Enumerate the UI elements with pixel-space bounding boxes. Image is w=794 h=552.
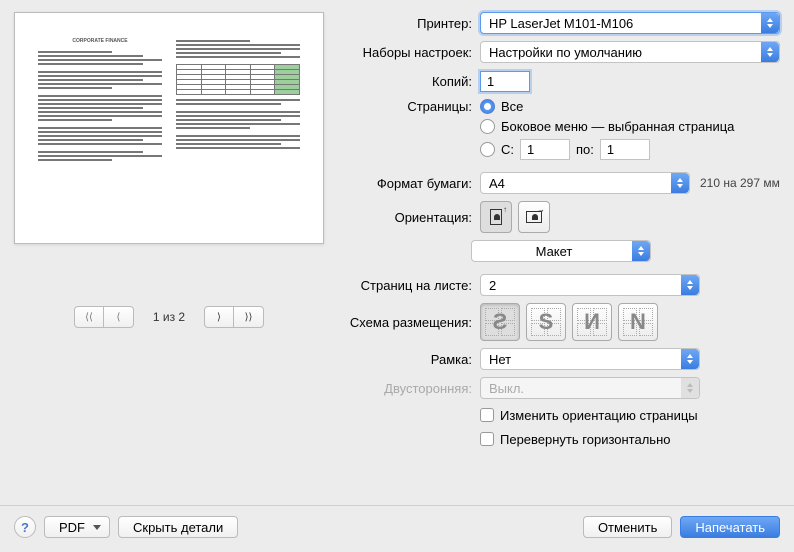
page-counter: 1 из 2	[144, 310, 194, 324]
orientation-label: Ориентация:	[342, 210, 480, 225]
print-button[interactable]: Напечатать	[680, 516, 780, 538]
layout-z-icon: Ƨ	[487, 310, 513, 334]
orientation-landscape-button[interactable]: →	[518, 201, 550, 233]
copies-label: Копий:	[342, 74, 480, 89]
pages-from-input[interactable]	[520, 139, 570, 160]
printer-label: Принтер:	[342, 16, 480, 31]
chevron-updown-icon	[681, 275, 699, 295]
pages-per-sheet-select[interactable]: 2	[480, 274, 700, 296]
pages-all-radio[interactable]	[480, 99, 495, 114]
print-preview: CORPORATE FINANCE	[14, 12, 324, 244]
border-label: Рамка:	[342, 352, 480, 367]
preview-page: CORPORATE FINANCE	[24, 28, 314, 228]
pages-to-label: по:	[576, 142, 594, 157]
help-button[interactable]: ?	[14, 516, 36, 538]
flip-horizontal-checkbox[interactable]	[480, 432, 494, 446]
first-page-button[interactable]: ⟨⟨	[74, 306, 104, 328]
last-page-button[interactable]: ⟩⟩	[234, 306, 264, 328]
hide-details-button[interactable]: Скрыть детали	[118, 516, 238, 538]
pages-per-sheet-value: 2	[489, 278, 496, 293]
pages-side-label: Боковое меню — выбранная страница	[501, 119, 734, 134]
print-label: Напечатать	[695, 520, 765, 535]
layout-s-icon: S	[533, 310, 559, 334]
cancel-button[interactable]: Отменить	[583, 516, 672, 538]
layout-dir-3-button[interactable]: И	[572, 303, 612, 341]
paper-size-value: A4	[489, 176, 505, 191]
pages-label: Страницы:	[342, 99, 480, 114]
pages-per-sheet-label: Страниц на листе:	[342, 278, 480, 293]
portrait-icon	[490, 209, 502, 225]
layout-dir-4-button[interactable]: N	[618, 303, 658, 341]
hide-details-label: Скрыть детали	[133, 520, 223, 535]
pdf-menu-button[interactable]: PDF	[44, 516, 110, 538]
change-orientation-label: Изменить ориентацию страницы	[500, 408, 698, 423]
border-select[interactable]: Нет	[480, 348, 700, 370]
pages-range-radio[interactable]	[480, 142, 495, 157]
paper-size-hint: 210 на 297 мм	[700, 176, 780, 190]
pages-to-input[interactable]	[600, 139, 650, 160]
layout-direction-label: Схема размещения:	[342, 315, 480, 330]
change-orientation-checkbox[interactable]	[480, 408, 494, 422]
prev-page-button[interactable]: ⟨	[104, 306, 134, 328]
chevron-updown-icon	[671, 173, 689, 193]
section-value: Макет	[480, 244, 628, 259]
chevron-updown-icon	[681, 378, 699, 398]
cancel-label: Отменить	[598, 520, 657, 535]
flip-horizontal-label: Перевернуть горизонтально	[500, 432, 670, 447]
paper-size-select[interactable]: A4	[480, 172, 690, 194]
paper-size-label: Формат бумаги:	[342, 176, 480, 191]
two-sided-value: Выкл.	[489, 381, 524, 396]
layout-dir-1-button[interactable]: Ƨ	[480, 303, 520, 341]
chevron-updown-icon	[632, 241, 650, 261]
two-sided-select: Выкл.	[480, 377, 700, 399]
border-value: Нет	[489, 352, 511, 367]
copies-input[interactable]	[480, 71, 530, 92]
pages-side-radio[interactable]	[480, 119, 495, 134]
presets-value: Настройки по умолчанию	[489, 45, 642, 60]
presets-label: Наборы настроек:	[342, 45, 480, 60]
chevron-updown-icon	[681, 349, 699, 369]
orientation-portrait-button[interactable]: ↑	[480, 201, 512, 233]
presets-select[interactable]: Настройки по умолчанию	[480, 41, 780, 63]
pdf-label: PDF	[59, 520, 85, 535]
printer-select[interactable]: HP LaserJet M101-M106	[480, 12, 780, 34]
pages-all-label: Все	[501, 99, 523, 114]
layout-n-icon: N	[625, 310, 651, 334]
layout-dir-2-button[interactable]: S	[526, 303, 566, 341]
chevron-updown-icon	[761, 42, 779, 62]
layout-n-mirror-icon: И	[579, 310, 605, 334]
printer-value: HP LaserJet M101-M106	[489, 16, 633, 31]
pages-from-label: С:	[501, 142, 514, 157]
next-page-button[interactable]: ⟩	[204, 306, 234, 328]
section-select[interactable]: Макет	[471, 240, 651, 262]
chevron-updown-icon	[761, 13, 779, 33]
two-sided-label: Двусторонняя:	[342, 381, 480, 396]
